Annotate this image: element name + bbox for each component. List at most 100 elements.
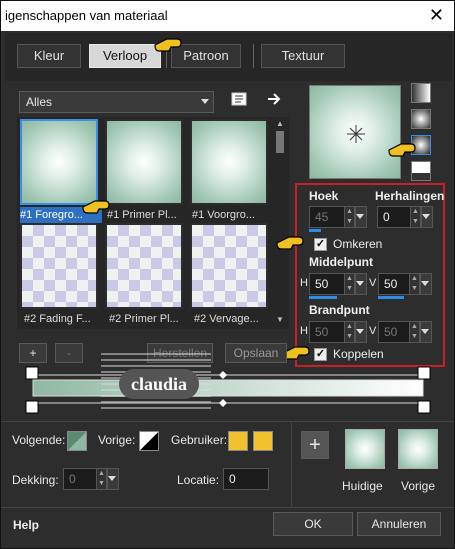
- gradient-thumb[interactable]: [105, 119, 183, 205]
- link-checkbox[interactable]: ✓: [314, 348, 327, 361]
- divider: [1, 421, 454, 422]
- center-h-spinner[interactable]: 50 ▲ ▼: [309, 273, 355, 295]
- focal-v-letter: V: [369, 325, 377, 337]
- arrow-right-icon[interactable]: [266, 91, 282, 107]
- center-h-slider[interactable]: [309, 296, 337, 299]
- cancel-button[interactable]: Annuleren: [357, 512, 441, 536]
- save-button[interactable]: Opslaan: [225, 343, 287, 363]
- pointer-hand-icon: [82, 200, 110, 214]
- help-link[interactable]: Help: [13, 518, 39, 532]
- center-h-dropdown-button[interactable]: [355, 273, 367, 295]
- spin-arrows-icon[interactable]: ▲ ▼: [410, 207, 420, 227]
- add-button[interactable]: +: [19, 343, 47, 363]
- opacity-dropdown-button[interactable]: [107, 468, 119, 490]
- gradient-preview[interactable]: [309, 85, 401, 179]
- resource-manager-icon[interactable]: [231, 91, 247, 107]
- focal-h-dropdown-button[interactable]: [355, 321, 367, 343]
- center-v-dropdown-button[interactable]: [420, 273, 432, 295]
- previous-gradient-swatch[interactable]: [398, 429, 438, 469]
- user-swatch[interactable]: [228, 431, 248, 451]
- tab-color[interactable]: Kleur: [17, 44, 81, 68]
- add-swatch-button[interactable]: +: [301, 431, 329, 459]
- spin-arrows-icon[interactable]: ▲ ▼: [344, 322, 354, 342]
- center-h-letter: H: [300, 277, 308, 289]
- previous-label: Vorige:: [98, 433, 136, 447]
- previous-swatch[interactable]: [139, 431, 159, 451]
- crosshair-icon[interactable]: [346, 124, 366, 144]
- spin-arrows-icon[interactable]: ▲ ▼: [409, 322, 419, 342]
- title-bar: igenschappen van materiaal ✕: [1, 1, 454, 31]
- category-value: Alles: [26, 95, 53, 109]
- center-label: Middelpunt: [309, 255, 373, 269]
- gradient-thumb[interactable]: [190, 223, 268, 309]
- scroll-thumb[interactable]: [276, 131, 284, 153]
- focal-v-value: 50: [384, 325, 398, 339]
- scroll-up-icon[interactable]: ▲: [274, 119, 286, 129]
- rectangular-style-icon[interactable]: [411, 109, 431, 129]
- previous-gradient-label: Vorige: [401, 479, 436, 493]
- thumb-label: #1 Voorgro...: [192, 209, 255, 221]
- divider: [291, 421, 292, 507]
- angle-value: 45: [315, 210, 329, 224]
- focal-h-letter: H: [300, 325, 308, 337]
- scroll-down-icon[interactable]: ▼: [274, 315, 286, 325]
- divider: [1, 507, 454, 508]
- material-properties-dialog: igenschappen van materiaal ✕ Kleur Verlo…: [0, 0, 455, 549]
- gradient-thumb[interactable]: [20, 119, 98, 205]
- watermark-text: claudia: [119, 369, 199, 399]
- thumb-label: #1 Primer Pl...: [107, 209, 177, 221]
- tab-texture[interactable]: Textuur: [261, 44, 345, 68]
- tab-separator: [253, 44, 254, 68]
- thumb-label: #2 Fading F...: [24, 313, 91, 325]
- close-icon[interactable]: ✕: [429, 5, 444, 25]
- focal-h-spinner[interactable]: 50 ▲ ▼: [309, 321, 355, 343]
- angle-dropdown-button[interactable]: [355, 206, 367, 228]
- location-value: 0: [229, 472, 236, 486]
- next-swatch[interactable]: [67, 431, 87, 451]
- location-label: Locatie:: [177, 473, 220, 487]
- link-label: Koppelen: [333, 347, 384, 361]
- spin-arrows-icon[interactable]: ▲ ▼: [96, 469, 106, 489]
- current-swatch[interactable]: [345, 429, 385, 469]
- invert-checkbox[interactable]: ✓: [314, 238, 327, 251]
- tab-gradient[interactable]: Verloop: [89, 44, 161, 68]
- spin-arrows-icon[interactable]: ▲ ▼: [409, 274, 419, 294]
- next-label: Volgende:: [12, 433, 66, 447]
- window-title: igenschappen van materiaal: [5, 8, 168, 23]
- thumb-label: #2 Vervage...: [194, 313, 259, 325]
- radial-style-icon[interactable]: [411, 161, 431, 181]
- repeats-dropdown-button[interactable]: [421, 206, 433, 228]
- remove-button[interactable]: -: [55, 343, 83, 363]
- linear-style-icon[interactable]: [411, 83, 431, 103]
- user-label: Gebruiker:: [171, 433, 228, 447]
- gradient-thumb[interactable]: [190, 119, 268, 205]
- ok-button[interactable]: OK: [273, 512, 353, 536]
- center-v-value: 50: [384, 277, 398, 291]
- user-swatch[interactable]: [253, 431, 273, 451]
- gradient-thumb[interactable]: [105, 223, 183, 309]
- center-v-spinner[interactable]: 50 ▲ ▼: [378, 273, 420, 295]
- gallery-scrollbar[interactable]: ▲ ▼: [274, 119, 286, 327]
- gradient-editor-bar[interactable]: [23, 365, 433, 415]
- current-label: Huidige: [342, 479, 383, 493]
- pointer-hand-icon: [276, 236, 304, 250]
- pointer-hand-icon: [154, 38, 182, 52]
- opacity-spinner[interactable]: 0 ▲ ▼: [63, 468, 107, 490]
- spin-arrows-icon[interactable]: ▲ ▼: [344, 274, 354, 294]
- focal-v-dropdown-button[interactable]: [420, 321, 432, 343]
- pointer-hand-icon: [388, 143, 416, 157]
- repeats-spinner[interactable]: 0 ▲ ▼: [377, 206, 421, 228]
- spin-arrows-icon[interactable]: ▲ ▼: [344, 207, 354, 227]
- angle-spinner[interactable]: 45 ▲ ▼: [309, 206, 355, 228]
- chevron-down-icon: [201, 99, 209, 104]
- repeats-value: 0: [383, 210, 390, 224]
- angle-slider[interactable]: [309, 229, 321, 232]
- location-input[interactable]: 0: [223, 468, 269, 490]
- gradient-thumb[interactable]: [20, 223, 98, 309]
- opacity-label: Dekking:: [12, 473, 59, 487]
- focal-label: Brandpunt: [309, 303, 370, 317]
- focal-v-spinner[interactable]: 50 ▲ ▼: [378, 321, 420, 343]
- center-v-letter: V: [369, 277, 377, 289]
- center-v-slider[interactable]: [378, 296, 404, 299]
- category-dropdown[interactable]: Alles: [19, 91, 214, 113]
